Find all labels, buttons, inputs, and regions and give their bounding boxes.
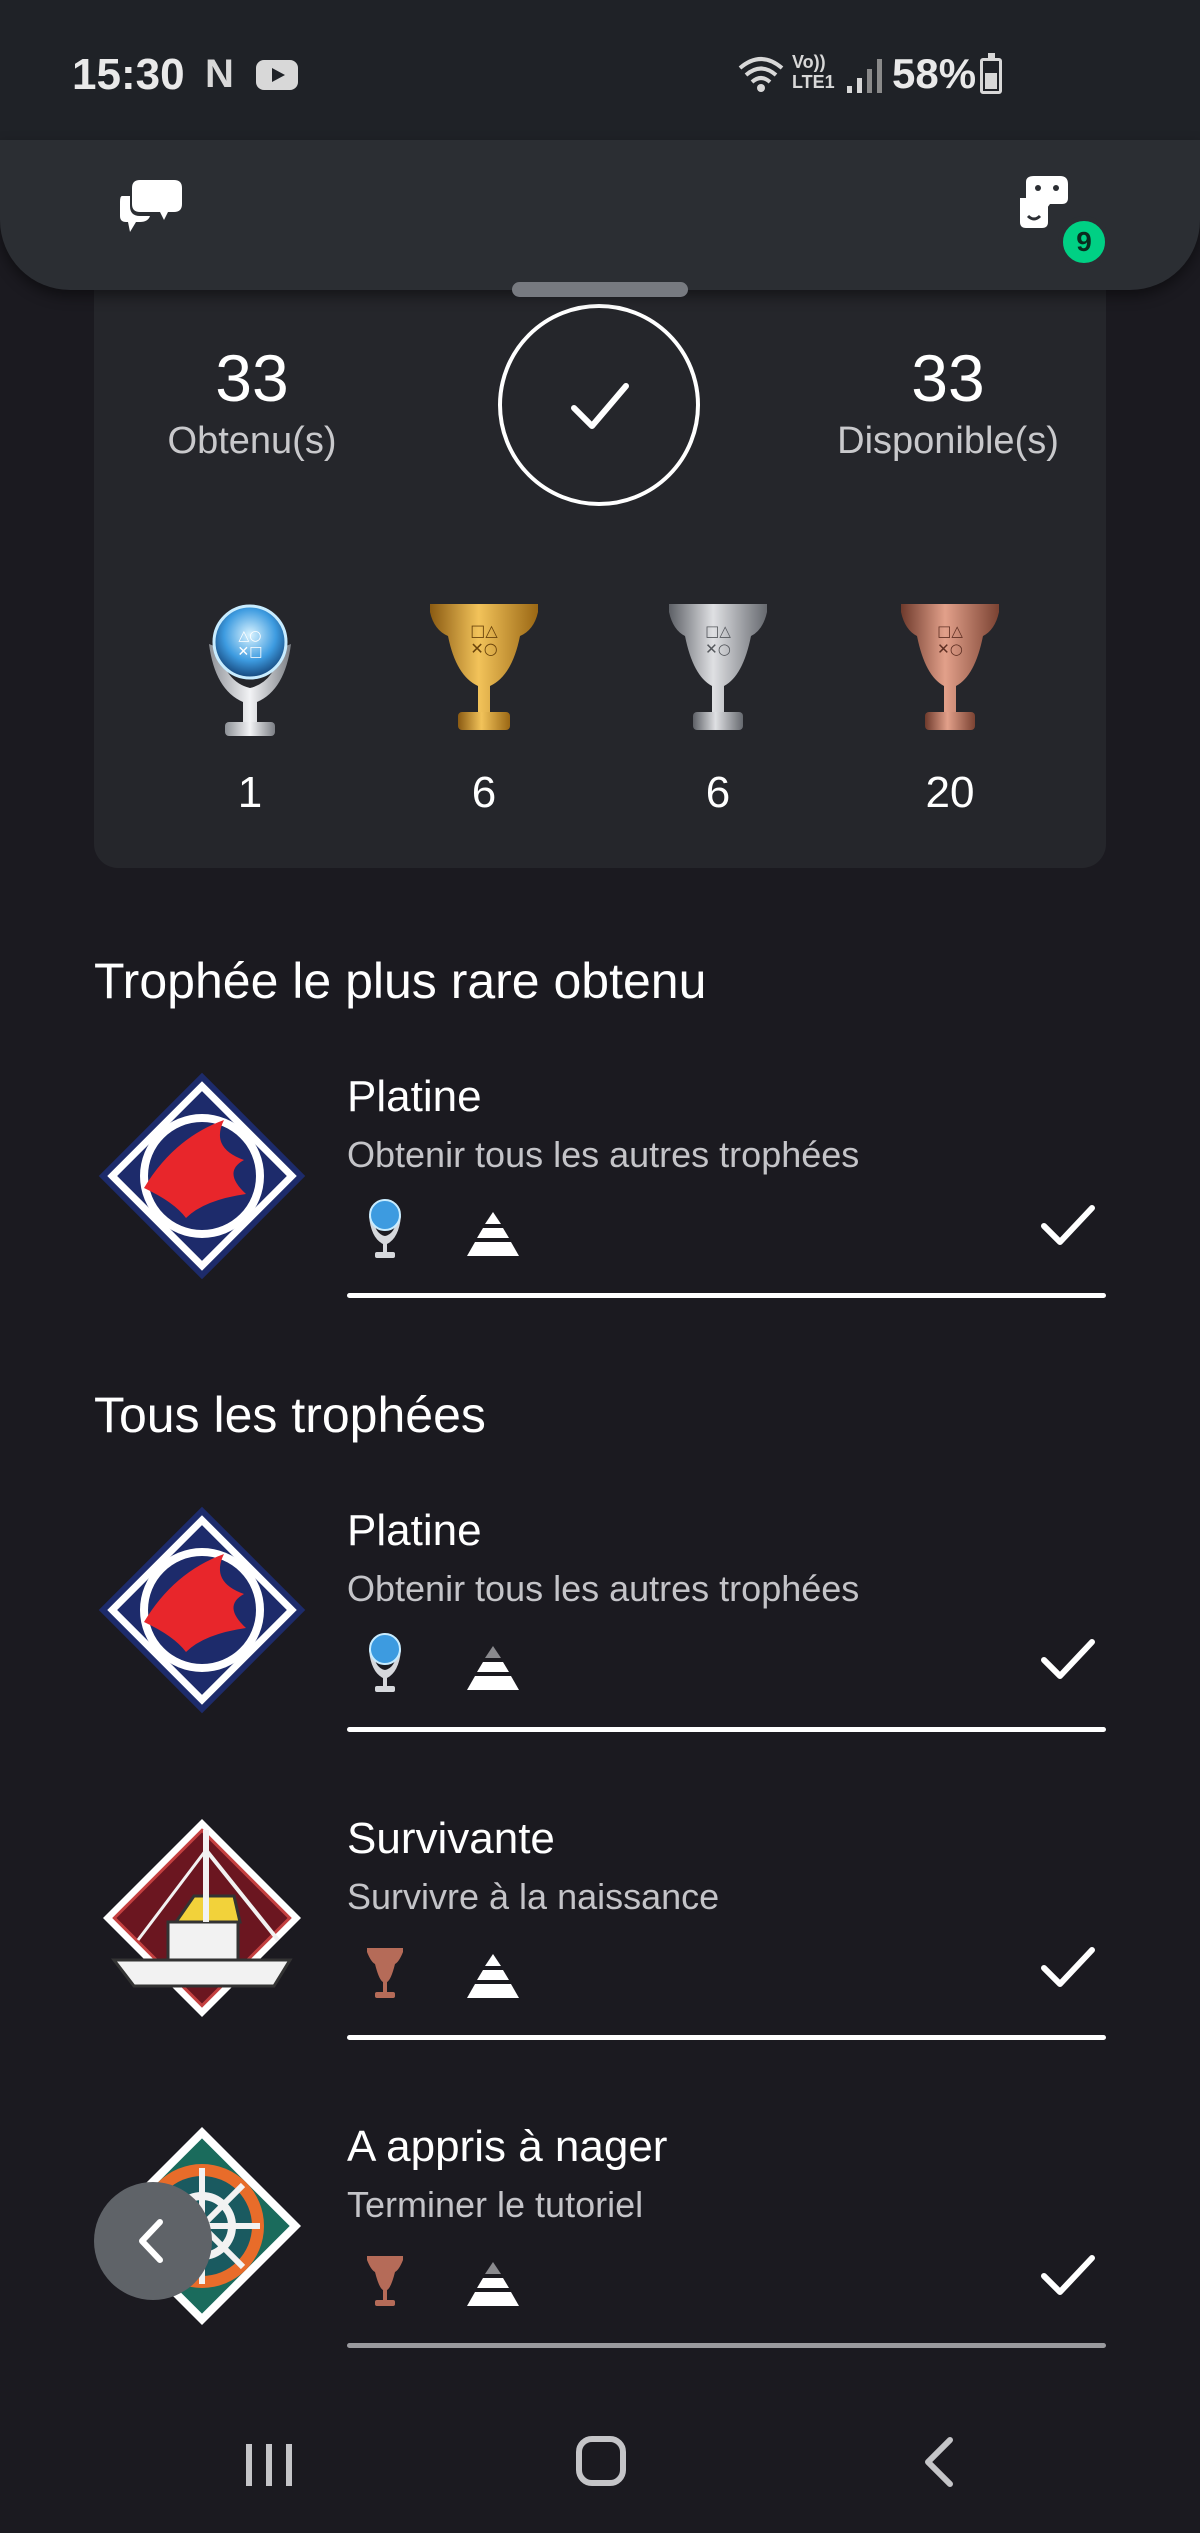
rarest-trophy-row[interactable]: Platine Obtenir tous les autres trophées (94, 1068, 1106, 1318)
netflix-notification-icon: N (205, 52, 234, 96)
bronze-trophy-icon (367, 2256, 403, 2306)
trophy-info: Survivante Survivre à la naissance (347, 1814, 1106, 2040)
chat-bubbles-icon[interactable] (118, 176, 184, 236)
status-bar: 15:30 N Vo)) LTE1 58% (0, 0, 1200, 140)
svg-text:□△: □△ (705, 622, 731, 640)
bronze-trophy-icon: □△ ✕○ (901, 604, 999, 730)
earned-count: 33 (215, 341, 289, 415)
silver-trophy-icon: □△ ✕○ (669, 604, 767, 730)
platinum-count: 1 (237, 768, 263, 817)
earned-label: Obtenu(s) (167, 420, 337, 462)
bronze-trophy-icon (367, 1948, 403, 1998)
svg-text:□△: □△ (470, 621, 498, 640)
rarity-pyramid-icon (467, 1646, 519, 1690)
silver-count-group: □△ ✕○ 6 (638, 590, 798, 818)
svg-text:✕○: ✕○ (937, 640, 963, 658)
svg-text:✕○: ✕○ (705, 640, 731, 658)
bronze-count: 20 (925, 768, 975, 817)
svg-text:△○: △○ (239, 628, 262, 644)
trophy-name: A appris à nager (347, 2122, 668, 2171)
earned-check-icon (1041, 1947, 1095, 1987)
chevron-left-icon (139, 2219, 163, 2263)
trophy-description: Terminer le tutoriel (347, 2184, 644, 2225)
trophy-info: A appris à nager Terminer le tutoriel (347, 2122, 1106, 2348)
boat-emblem-icon (103, 1819, 301, 2017)
progress-line (347, 1293, 1106, 1298)
gold-count: 6 (471, 768, 497, 817)
trophy-meta (363, 1628, 563, 1694)
trophy-description: Obtenir tous les autres trophées (347, 1568, 860, 1609)
trophy-meta (363, 2244, 563, 2310)
trophy-info: Platine Obtenir tous les autres trophées (347, 1506, 1106, 1732)
trophy-description: Obtenir tous les autres trophées (347, 1134, 860, 1175)
svg-text:✕○: ✕○ (470, 639, 497, 658)
gold-trophy-icon: □△ ✕○ (430, 604, 538, 730)
available-count: 33 (911, 341, 985, 415)
trophy-meta (363, 1194, 563, 1260)
platinum-game-emblem-icon (98, 1072, 306, 1280)
trophy-summary-card: 33 Obtenu(s) 33 Disponible(s) △○ ✕□ 1 □△… (94, 280, 1106, 868)
earned-check-icon (1041, 2255, 1095, 2295)
check-icon (571, 383, 629, 429)
platinum-trophy-icon (369, 1199, 401, 1258)
earned-check-icon (1041, 1205, 1095, 1245)
battery-icon (980, 53, 1002, 94)
youtube-notification-icon (256, 60, 298, 90)
platinum-count-group: △○ ✕□ 1 (170, 590, 330, 818)
volte-label: Vo)) (792, 52, 826, 72)
progress-line (347, 1727, 1106, 1732)
svg-text:✕□: ✕□ (238, 644, 263, 660)
back-icon[interactable] (920, 2436, 956, 2488)
silver-count: 6 (705, 768, 731, 817)
gold-count-group: □△ ✕○ 6 (404, 590, 564, 818)
trophy-row[interactable]: A appris à nager Terminer le tutoriel (94, 2118, 1106, 2368)
trophy-row[interactable]: Platine Obtenir tous les autres trophées (94, 1502, 1106, 1752)
trophy-row[interactable]: Survivante Survivre à la naissance (94, 1810, 1106, 2060)
trophy-name: Platine (347, 1072, 482, 1121)
floating-back-button[interactable] (94, 2182, 212, 2300)
platinum-game-emblem-icon (98, 1506, 306, 1714)
progress-line (347, 2035, 1106, 2040)
rarity-pyramid-icon (467, 1212, 519, 1256)
progress-line (347, 2343, 1106, 2348)
trophy-info: Platine Obtenir tous les autres trophées (347, 1072, 1106, 1298)
notification-badge: 9 (1058, 216, 1110, 268)
rarity-pyramid-icon (467, 2262, 519, 2306)
trophy-name: Platine (347, 1506, 482, 1555)
battery-percent: 58% (892, 50, 977, 97)
system-nav-bar (0, 2350, 1200, 2533)
trophy-description: Survivre à la naissance (347, 1876, 720, 1917)
available-label: Disponible(s) (837, 420, 1059, 462)
rarity-pyramid-icon (467, 1954, 519, 1998)
recent-apps-icon[interactable] (244, 2440, 294, 2490)
platinum-trophy-icon (369, 1633, 401, 1692)
platinum-trophy-icon: △○ ✕□ (209, 604, 291, 736)
lte-indicator: Vo)) LTE1 (792, 52, 835, 92)
wifi-icon (738, 57, 784, 92)
bronze-count-group: □△ ✕○ 20 (870, 590, 1030, 818)
earned-check-icon (1041, 1639, 1095, 1679)
all-trophies-section-title: Tous les trophées (94, 1387, 486, 1443)
top-app-bar: 9 (0, 140, 1200, 290)
trophy-meta (363, 1936, 563, 2002)
home-icon[interactable] (576, 2436, 626, 2486)
status-time: 15:30 (72, 50, 185, 99)
lte-label: LTE1 (792, 72, 835, 92)
svg-text:□△: □△ (937, 622, 963, 640)
completion-circle (498, 304, 700, 506)
rarest-section-title: Trophée le plus rare obtenu (94, 953, 707, 1009)
sheet-drag-handle[interactable] (512, 282, 688, 297)
signal-icon (847, 59, 882, 93)
trophy-name: Survivante (347, 1814, 555, 1863)
